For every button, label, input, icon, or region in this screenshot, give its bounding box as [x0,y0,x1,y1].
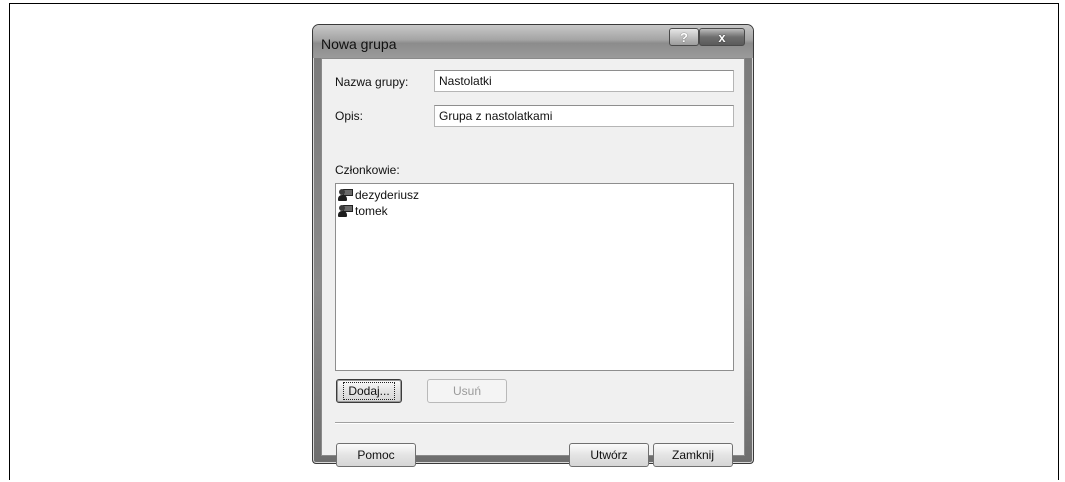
window-title: Nowa grupa [321,36,397,52]
close-icon: x [718,29,726,45]
user-icon [338,204,354,218]
remove-member-button[interactable]: Usuń [427,379,507,403]
question-mark-icon: ? [680,29,688,45]
add-member-button[interactable]: Dodaj... [336,379,402,403]
user-icon [338,188,354,202]
group-name-input[interactable] [434,70,734,92]
members-label: Członkowie: [335,163,400,177]
add-member-label: Dodaj... [343,382,395,400]
members-listbox[interactable]: dezyderiusz tomek [335,183,734,371]
group-name-label: Nazwa grupy: [335,75,409,89]
separator [335,422,734,424]
title-bar[interactable]: Nowa grupa ? x [313,25,753,58]
help-button[interactable]: Pomoc [336,443,416,467]
close-button[interactable]: Zamknij [653,443,733,467]
close-button-label: Zamknij [671,448,714,462]
dialog-client-area: Nazwa grupy: Opis: Członkowie: dezyderiu… [321,58,745,467]
list-item[interactable]: dezyderiusz [338,187,731,203]
help-caption-button[interactable]: ? [669,28,699,46]
list-item[interactable]: tomek [338,203,731,219]
remove-member-label: Usuń [452,384,481,398]
dialog-window: Nowa grupa ? x Nazwa grupy: Opis: Członk… [312,24,754,467]
description-label: Opis: [335,109,364,123]
description-input[interactable] [434,105,734,127]
create-button-label: Utwórz [590,448,628,462]
help-button-label: Pomoc [357,448,395,462]
member-name: tomek [355,204,388,218]
member-name: dezyderiusz [355,188,420,202]
close-caption-button[interactable]: x [699,28,745,46]
create-button[interactable]: Utwórz [569,443,649,467]
